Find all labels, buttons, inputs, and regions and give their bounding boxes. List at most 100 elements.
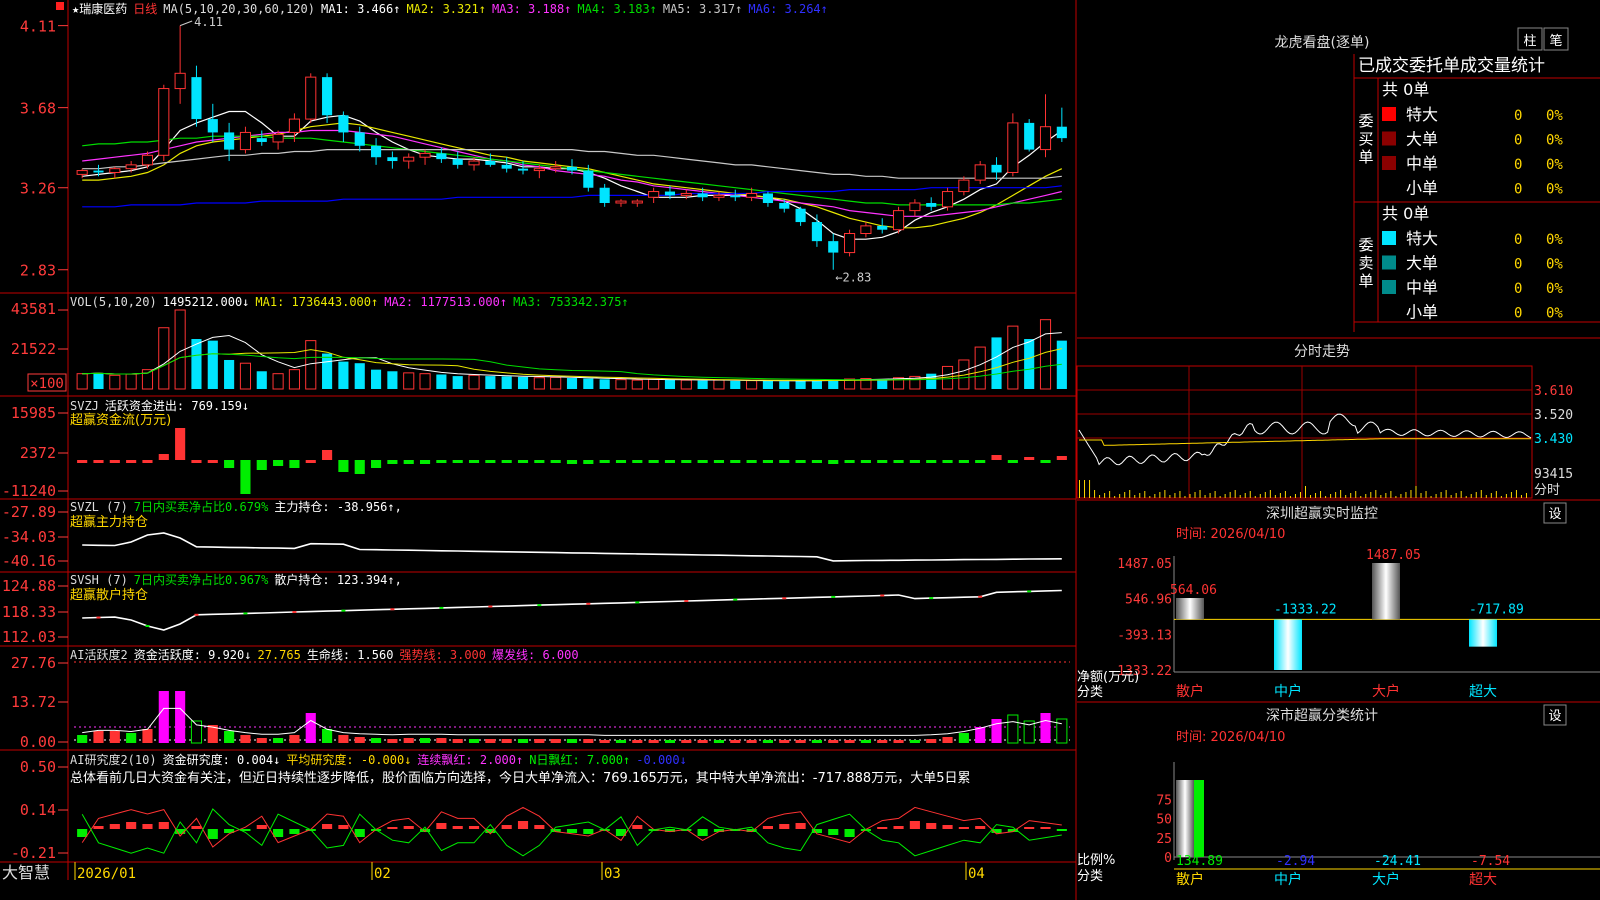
outflow-bar [762, 460, 773, 463]
intraday-volume-tick [1174, 493, 1176, 498]
inflow-bar [109, 460, 120, 463]
activity-bar [256, 738, 267, 743]
volume-bar-down [501, 376, 512, 389]
candle-down [583, 170, 594, 188]
svsh-title: 超赢散户持仓 [70, 587, 148, 603]
vol-header-part: VOL(5,10,20) [70, 295, 157, 309]
research-bar-up [126, 822, 137, 829]
monitor-value-label: 1487.05 [1366, 548, 1421, 563]
intraday-volume-tick [1284, 491, 1286, 498]
candle-up [305, 76, 317, 120]
activity-bar [224, 731, 235, 743]
tab-tick-label[interactable]: 笔 [1549, 33, 1562, 49]
monitor-value-label: -717.89 [1469, 602, 1524, 617]
intraday-volume-tick [1430, 496, 1432, 498]
intraday-volume-tick [1274, 495, 1276, 498]
intraday-volume-tick [1330, 494, 1332, 498]
intraday-volume-tick [1204, 495, 1206, 498]
candle-up [746, 192, 758, 198]
inflow-bar [1024, 457, 1035, 460]
stats-xlabel: 分类 [1077, 869, 1103, 884]
y-tick-label: 0.50 [20, 758, 56, 776]
research-bar-up [958, 827, 969, 829]
intraday-volume-tick [1294, 494, 1296, 498]
outflow-bar [746, 460, 757, 463]
intraday-volume-tick [1229, 492, 1231, 498]
sell-swatch [1382, 255, 1396, 270]
ai2-header-part: -0.000↓ [636, 753, 687, 767]
stats-ylabel: 比例% [1077, 853, 1115, 868]
volume-bar-down [387, 371, 398, 389]
activity-bar [1040, 713, 1051, 743]
activity-bar [893, 740, 904, 743]
intraday-y-label: 93415 [1534, 467, 1573, 482]
stats-value-label: -2.94 [1276, 854, 1315, 869]
monitor-settings-label[interactable]: 设 [1548, 507, 1561, 522]
intraday-volume-tick [1189, 494, 1191, 498]
outflow-bar [583, 460, 594, 464]
candle-down [224, 132, 235, 150]
intraday-volume-tick [1264, 492, 1266, 498]
intraday-volume-tick [1485, 495, 1487, 498]
intraday-volume-tick [1320, 491, 1322, 498]
outflow-bar [958, 460, 969, 463]
volume-bar-down [1024, 339, 1035, 389]
activity-bar [485, 739, 496, 743]
inflow-bar [1056, 456, 1067, 460]
candle-down [256, 138, 267, 142]
activity-bar [926, 739, 937, 743]
research-bar-up [452, 826, 463, 829]
activity-bar [632, 740, 643, 743]
activity-bar [468, 739, 480, 743]
intraday-title: 分时走势 [1294, 344, 1350, 360]
stats-settings-label[interactable]: 设 [1548, 709, 1561, 724]
intraday-volume-tick [1149, 496, 1151, 498]
svzl-header-part: 主力持仓: -38.956↑, [274, 499, 401, 514]
research-bar-down [273, 829, 284, 837]
inflow-bar [126, 460, 137, 463]
candle-down [599, 187, 610, 203]
position-dot [390, 608, 395, 611]
activity-bar [599, 740, 610, 743]
inflow-bar [93, 460, 104, 463]
position-dot [145, 625, 150, 627]
research-bar-down [844, 829, 855, 837]
intraday-volume-tick [1249, 491, 1251, 498]
intraday-volume-tick [1254, 496, 1256, 498]
intraday-y-label: 3.520 [1534, 408, 1573, 423]
candle-up [713, 194, 725, 198]
research-bar-up [926, 823, 937, 829]
intraday-volume-tick [1465, 496, 1467, 498]
y-tick-label: 2.83 [20, 262, 56, 280]
research-bar-down [207, 829, 218, 839]
stats-category-label: 中户 [1274, 871, 1302, 888]
ai1-header-part: 爆发线: 6.000 [492, 647, 579, 662]
intraday-volume-tick [1129, 490, 1131, 498]
intraday-volume-tick [1310, 495, 1312, 498]
ai1-header-part: AI活跃度2 [70, 647, 128, 662]
ai2-header: AI研究度2(10) 资金研究度: 0.004↓ 平均研究度: -0.000↓ 连续飘… [70, 752, 687, 767]
activity-bar [77, 735, 88, 743]
volume-bar-up [1007, 325, 1019, 390]
tab-bar-label[interactable]: 柱 [1523, 34, 1536, 49]
buy-row-value: 0 [1514, 157, 1522, 173]
stats-y-label: 0 [1164, 851, 1172, 866]
outflow-bar [501, 460, 512, 463]
outflow-bar [599, 460, 610, 463]
intraday-volume-tick [1299, 492, 1301, 498]
outflow-bar [354, 460, 365, 474]
ai2-header-part: AI研究度2(10) [70, 752, 157, 767]
research-bar-up [779, 824, 790, 829]
intraday-volume-tick [1209, 493, 1211, 498]
y-tick-label: ×100 [30, 376, 64, 392]
activity-bar [942, 737, 953, 743]
intraday-volume-tick [1094, 490, 1096, 498]
volume-bar-down [779, 381, 790, 389]
research-bar-down [697, 829, 708, 836]
activity-bar [697, 740, 708, 743]
volume-bar-up [550, 376, 562, 390]
outflow-bar [566, 460, 578, 464]
intraday-volume-tick [1395, 496, 1397, 498]
long-hu-title: 龙虎看盘(逐单) [1275, 34, 1370, 51]
intraday-volume-tick [1420, 493, 1422, 498]
